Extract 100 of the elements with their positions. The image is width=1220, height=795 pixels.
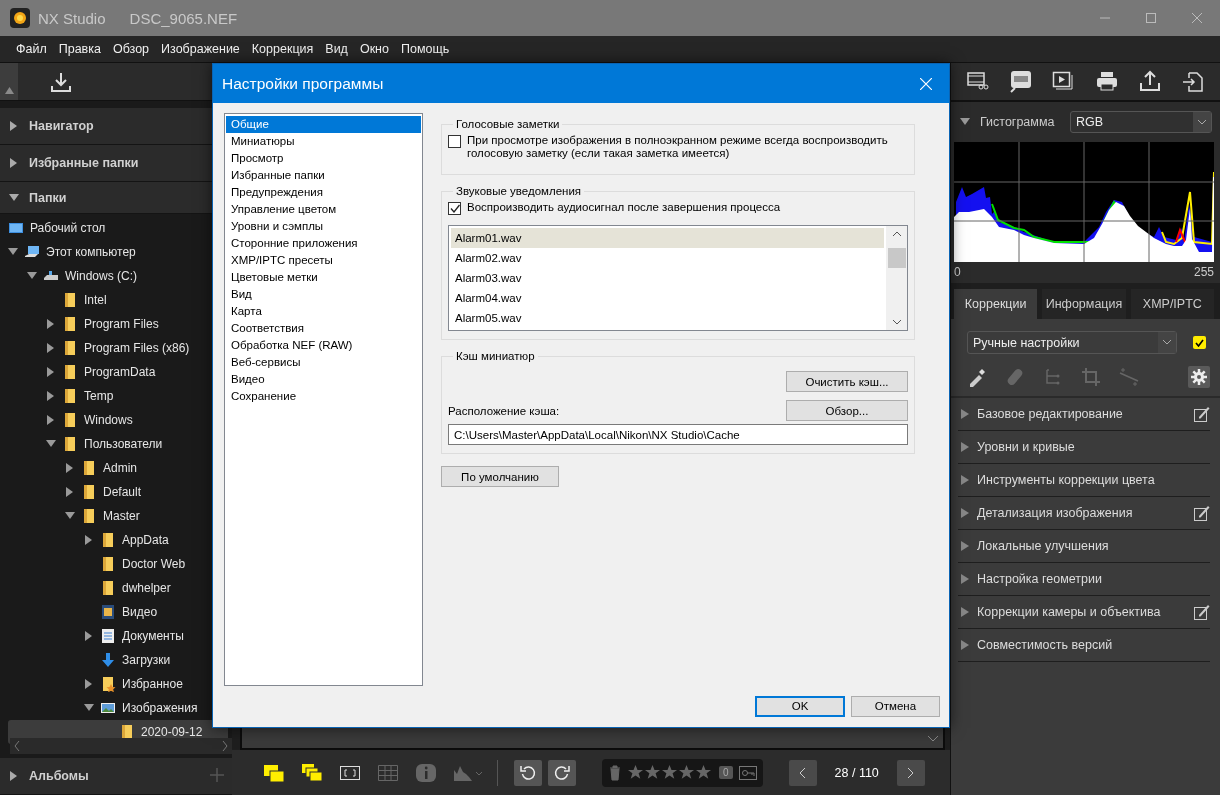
folder-icon: [100, 556, 116, 572]
compare-view-button[interactable]: [301, 761, 323, 784]
plus-icon[interactable]: [210, 768, 224, 782]
menu-item[interactable]: Обзор: [106, 42, 156, 56]
key-icon[interactable]: [738, 765, 757, 780]
vertical-scrollbar[interactable]: [886, 226, 907, 330]
rotate-right-button[interactable]: [548, 759, 576, 786]
expand-arrow-icon: [9, 158, 19, 168]
export-button[interactable]: [1180, 69, 1205, 94]
expand-arrow-icon: [961, 574, 969, 584]
chevron-right-icon: [907, 766, 915, 779]
rotate-left-button[interactable]: [514, 759, 542, 786]
tree-item[interactable]: Пользователи: [0, 432, 232, 456]
checkbox-label: Воспроизводить аудиосигнал после завершения процесса: [467, 201, 781, 214]
menu-item[interactable]: Файл: [10, 42, 53, 56]
field-label: Расположение кэша:: [448, 404, 560, 417]
adjustment-section[interactable]: Инструменты коррекции цвета: [958, 464, 1210, 497]
section-header[interactable]: Альбомы: [0, 758, 232, 795]
rotate-left-icon: [520, 764, 536, 781]
export-icon: [1180, 69, 1205, 94]
crop-icon[interactable]: [1081, 367, 1101, 387]
menu-item[interactable]: Помощь: [394, 42, 456, 56]
adjustment-section[interactable]: Уровни и кривые: [958, 431, 1210, 464]
info-button[interactable]: [415, 761, 437, 784]
tree-item[interactable]: Doctor Web: [0, 552, 232, 576]
info-icon: [415, 761, 437, 784]
chevron-down-icon[interactable]: [927, 735, 939, 743]
menu-item[interactable]: Вид: [319, 42, 354, 56]
adjustment-section[interactable]: Совместимость версий: [958, 629, 1210, 662]
folder-icon: [62, 364, 78, 380]
channel-dropdown[interactable]: RGB: [1070, 111, 1212, 133]
default-button[interactable]: По умолчанию: [441, 466, 559, 487]
tab[interactable]: Информация: [1042, 289, 1126, 319]
scroll-up-button[interactable]: [0, 63, 18, 100]
star-icon[interactable]: [645, 765, 660, 780]
app-logo-icon: [10, 8, 30, 28]
tree-item[interactable]: Изображения: [0, 696, 232, 720]
list-item[interactable]: Alarm04.wav: [451, 288, 884, 308]
category-item[interactable]: Общие: [226, 116, 421, 133]
adjustment-section[interactable]: Детализация изображения: [958, 497, 1210, 530]
list-item[interactable]: Alarm03.wav: [451, 268, 884, 288]
menu-item[interactable]: Окно: [353, 42, 395, 56]
document-icon: [100, 628, 116, 644]
file-name: DSC_9065.NEF: [129, 9, 238, 27]
expand-arrow-icon: [961, 541, 969, 551]
ok-button[interactable]: OK: [755, 695, 845, 717]
star-icon[interactable]: [628, 765, 643, 780]
scroll-up-icon: [891, 231, 902, 237]
list-item[interactable]: Alarm02.wav: [451, 248, 884, 268]
tree-item[interactable]: Избранное: [0, 672, 232, 696]
folder-icon: [62, 292, 78, 308]
cancel-button[interactable]: Отмена: [851, 695, 940, 717]
adjustment-section[interactable]: Локальные улучшения: [958, 530, 1210, 563]
checkbox[interactable]: [1193, 336, 1206, 349]
folder-icon: [62, 340, 78, 356]
film-icon: [100, 604, 116, 620]
tree-item[interactable]: AppData: [0, 528, 232, 552]
scroll-thumb[interactable]: [887, 248, 906, 268]
axis-label: 0: [954, 265, 961, 279]
adjustment-section[interactable]: Базовое редактирование: [958, 398, 1210, 431]
tab[interactable]: Коррекции: [954, 289, 1038, 319]
menu-item[interactable]: Коррекция: [245, 42, 320, 56]
clear-cache-button[interactable]: Очистить кэш...: [786, 371, 908, 392]
browse-button[interactable]: Обзор...: [786, 400, 908, 421]
star-icon[interactable]: [679, 765, 694, 780]
folder-icon: [119, 724, 135, 740]
trash-icon[interactable]: [608, 764, 622, 781]
straighten-icon[interactable]: [1119, 367, 1139, 387]
upload-button[interactable]: [1137, 69, 1162, 94]
adjustment-section[interactable]: Коррекции камеры и объектива: [958, 596, 1210, 629]
tree-item[interactable]: Default: [0, 480, 232, 504]
section-header[interactable]: Гистограмма: [960, 115, 1055, 129]
star-icon[interactable]: [662, 765, 677, 780]
preset-dropdown[interactable]: Ручные настройки: [967, 331, 1177, 354]
star-icon[interactable]: [696, 765, 711, 780]
tree-item[interactable]: Windows: [0, 408, 232, 432]
settings-icon: [1191, 369, 1207, 385]
tree-item[interactable]: Видео: [0, 600, 232, 624]
path-field[interactable]: C:\Users\Master\AppData\Local\Nikon\NX Studio\Cache: [448, 424, 908, 445]
settings-button[interactable]: [1188, 366, 1210, 388]
tab[interactable]: XMP/IPTC: [1130, 289, 1214, 319]
tree-item[interactable]: Admin: [0, 456, 232, 480]
tree-item[interactable]: Master: [0, 504, 232, 528]
checkbox[interactable]: [448, 135, 461, 148]
collapse-arrow-icon: [960, 117, 970, 127]
eyedropper-icon[interactable]: [967, 367, 987, 387]
tree-item[interactable]: Загрузки: [0, 648, 232, 672]
adjustment-section[interactable]: Настройка геометрии: [958, 563, 1210, 596]
menu-item[interactable]: Изображение: [155, 42, 246, 56]
import-button[interactable]: [50, 70, 72, 93]
print-button[interactable]: [1094, 69, 1119, 94]
tree-item[interactable]: dwhelper: [0, 576, 232, 600]
horizontal-scrollbar[interactable]: [10, 738, 232, 754]
menu-item[interactable]: Правка: [52, 42, 107, 56]
computer-icon: [24, 244, 40, 260]
checkbox[interactable]: [448, 202, 461, 215]
list-item[interactable]: Alarm01.wav: [451, 228, 884, 248]
chevron-down-icon: [1163, 340, 1171, 345]
list-item[interactable]: Alarm05.wav: [451, 308, 884, 328]
tree-item[interactable]: Документы: [0, 624, 232, 648]
